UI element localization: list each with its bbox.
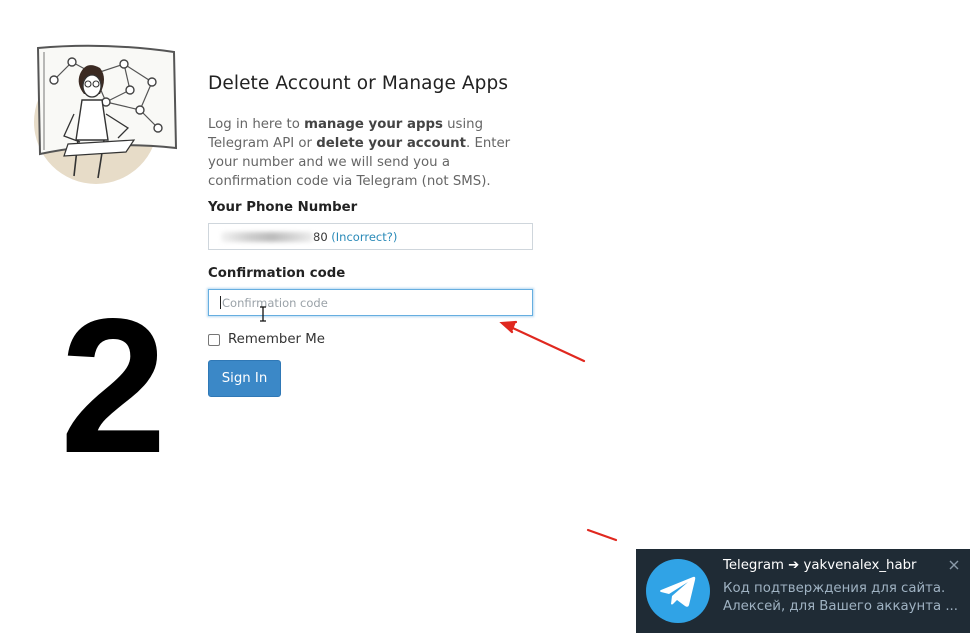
close-icon[interactable] [948,559,960,571]
notification-line-1: Код подтверждения для сайта. [723,581,946,596]
red-arrow-icon [499,320,586,363]
notification-line-2: Алексей, для Вашего аккаунта ... [723,599,959,614]
telegram-notification[interactable]: Telegram ➔ yakvenalex_habr Код подтвержд… [636,549,970,633]
red-stroke-mark [586,528,618,542]
telegram-plane-icon [646,559,710,623]
notification-title: Telegram ➔ yakvenalex_habr [723,558,917,573]
annotation-arrows [499,320,618,542]
